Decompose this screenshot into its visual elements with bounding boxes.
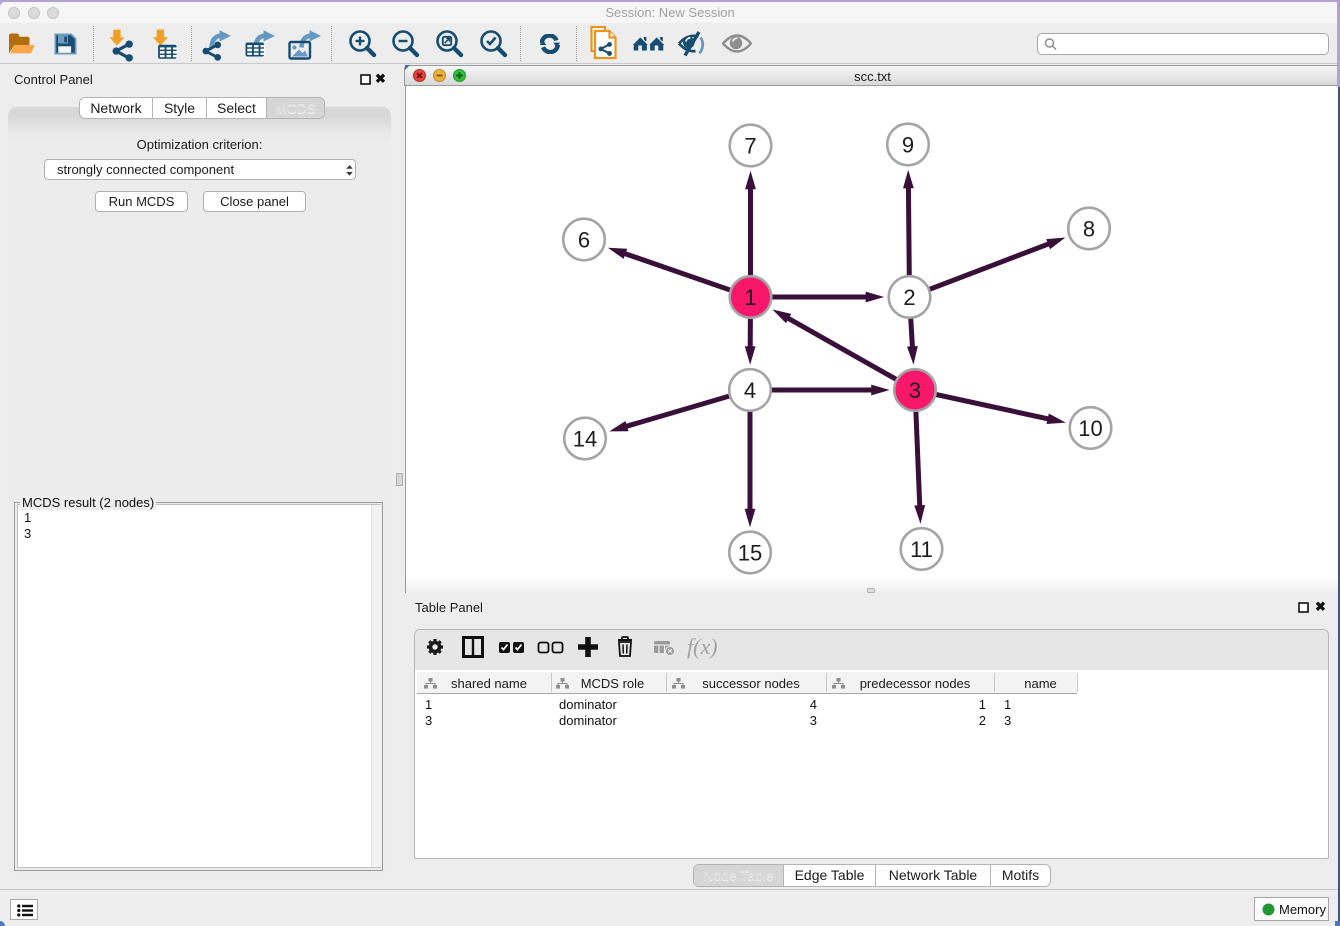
svg-text:8: 8 [1083, 217, 1095, 242]
svg-text:10: 10 [1078, 416, 1102, 441]
svg-text:15: 15 [738, 541, 762, 566]
svg-text:7: 7 [744, 134, 756, 159]
svg-text:2: 2 [903, 285, 915, 310]
svg-text:14: 14 [573, 427, 597, 452]
svg-text:1: 1 [744, 285, 756, 310]
svg-text:3: 3 [909, 378, 921, 403]
svg-text:11: 11 [910, 537, 933, 562]
svg-text:9: 9 [902, 133, 914, 158]
svg-text:6: 6 [578, 228, 590, 253]
svg-text:4: 4 [744, 378, 756, 403]
